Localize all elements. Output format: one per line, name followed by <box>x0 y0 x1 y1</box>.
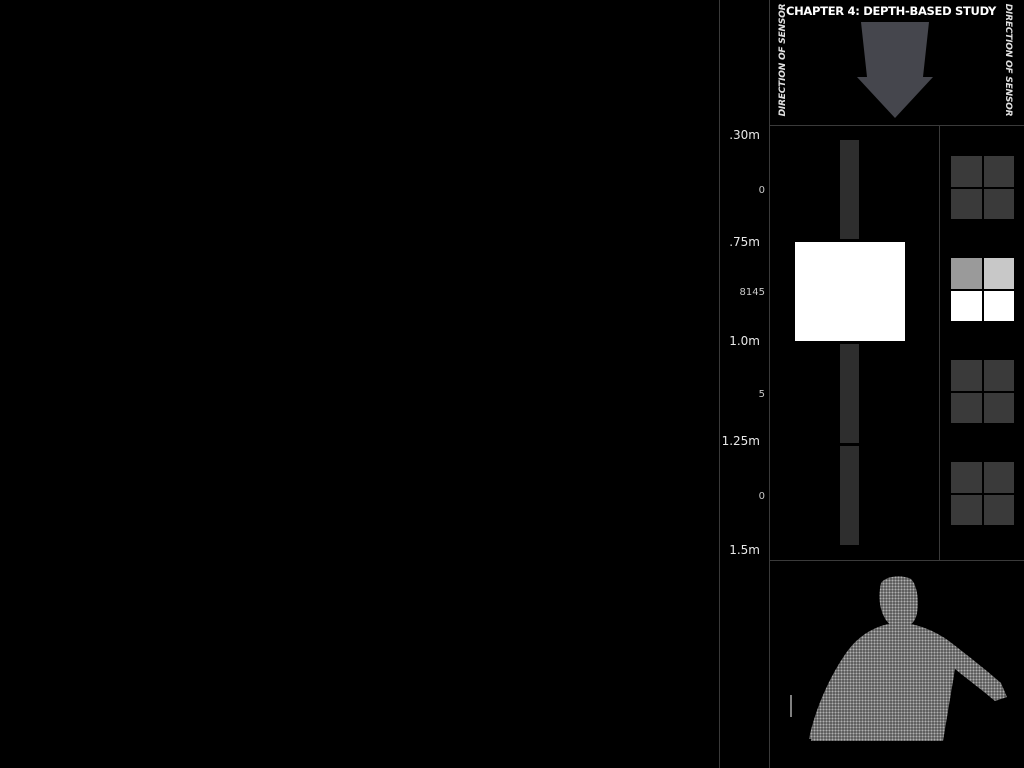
divider-left <box>719 0 720 768</box>
grid-cell <box>983 462 1014 493</box>
page-title: CHAPTER 4: DEPTH-BASED STUDY <box>785 4 997 18</box>
scale-minor-1: 0 <box>758 185 765 196</box>
depth-zone-4 <box>840 446 859 545</box>
point-cloud-person <box>790 576 1007 741</box>
grid-cell <box>983 258 1014 289</box>
down-arrow-icon <box>857 22 933 118</box>
scale-mark-1-25m: 1.25m <box>721 434 760 448</box>
divider-panel <box>769 0 770 768</box>
grid-cell <box>951 494 982 525</box>
depth-zone-3 <box>840 344 859 443</box>
divider-grids <box>939 125 940 560</box>
grid-cell <box>951 360 982 391</box>
scale-mark-30cm: .30m <box>729 128 760 142</box>
grid-cell <box>951 258 982 289</box>
grid-cell <box>951 156 982 187</box>
depth-zone-active <box>795 242 905 341</box>
scale-minor-2: 8145 <box>739 287 765 298</box>
grid-cell <box>951 290 982 321</box>
grid-cell <box>983 290 1014 321</box>
depth-grid-4 <box>951 462 1014 525</box>
grid-cell <box>951 188 982 219</box>
depth-grid-2 <box>951 258 1014 321</box>
scale-mark-1m: 1.0m <box>729 334 760 348</box>
grid-cell <box>951 462 982 493</box>
sensor-direction-label-right: DIRECTION OF SENSOR <box>1003 3 1013 117</box>
depth-grid-3 <box>951 360 1014 423</box>
grid-cell <box>983 156 1014 187</box>
divider-header <box>769 125 1024 126</box>
depth-zone-1 <box>840 140 859 239</box>
sensor-direction-label-left: DIRECTION OF SENSOR <box>778 3 788 117</box>
scale-minor-3: 5 <box>758 389 765 400</box>
grid-cell <box>983 188 1014 219</box>
depth-grid-1 <box>951 156 1014 219</box>
grid-cell <box>983 360 1014 391</box>
grid-cell <box>951 392 982 423</box>
scale-mark-75cm: .75m <box>729 235 760 249</box>
main-viewport <box>0 0 719 768</box>
scale-mark-1-5m: 1.5m <box>729 543 760 557</box>
scale-minor-4: 0 <box>758 491 765 502</box>
grid-cell <box>983 494 1014 525</box>
grid-cell <box>983 392 1014 423</box>
